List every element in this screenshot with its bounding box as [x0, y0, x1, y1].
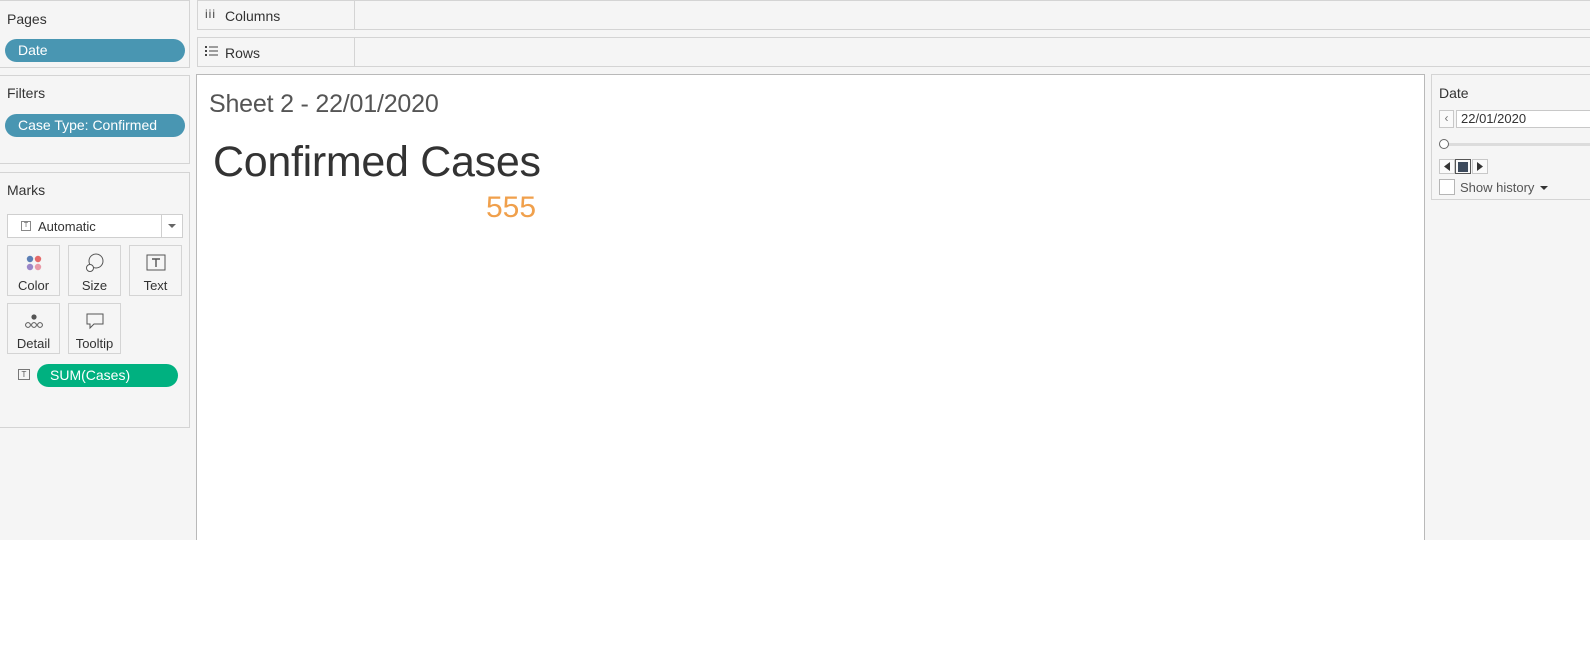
page-slider-handle[interactable]: [1439, 139, 1449, 149]
play-forward-button[interactable]: [1472, 159, 1488, 174]
filters-card-title: Filters: [7, 85, 46, 101]
marks-tooltip-label: Tooltip: [75, 336, 114, 351]
marks-detail-label: Detail: [16, 336, 51, 351]
play-backward-button[interactable]: [1439, 159, 1455, 174]
pages-card: Pages Date: [0, 0, 190, 68]
columns-icon: iii: [205, 7, 216, 21]
sum-cases-pill[interactable]: SUM(Cases): [37, 364, 178, 387]
pages-date-pill[interactable]: Date: [5, 39, 185, 62]
stop-button[interactable]: [1455, 159, 1471, 174]
marks-tooltip-button[interactable]: Tooltip: [68, 303, 121, 354]
mark-type-dropdown[interactable]: T Automatic: [7, 214, 183, 238]
page-date-field[interactable]: 22/01/2020: [1456, 110, 1590, 128]
rows-shelf-label: Rows: [225, 45, 261, 61]
rows-shelf[interactable]: Rows: [197, 37, 1590, 67]
shelf-divider: [354, 38, 355, 66]
chevron-down-icon[interactable]: [168, 224, 176, 228]
viz-header: Confirmed Cases: [213, 138, 541, 186]
size-icon: [69, 252, 120, 274]
marks-card-title: Marks: [7, 182, 46, 198]
columns-shelf[interactable]: iii Columns: [197, 0, 1590, 30]
color-icon: [8, 252, 59, 274]
show-history-checkbox[interactable]: [1439, 179, 1455, 195]
pages-card-title: Pages: [7, 11, 47, 27]
text-encoding-icon[interactable]: T: [18, 369, 30, 380]
sheet-title: Sheet 2 - 22/01/2020: [209, 90, 439, 118]
filter-case-type-pill[interactable]: Case Type: Confirmed: [5, 114, 185, 137]
page-slider-track[interactable]: [1444, 143, 1590, 146]
play-forward-icon: [1477, 162, 1483, 171]
detail-icon: [8, 310, 59, 332]
filters-card: Filters Case Type: Confirmed: [0, 75, 190, 164]
play-backward-icon: [1444, 162, 1450, 171]
text-mark-icon: T: [21, 221, 31, 231]
show-history-dropdown-icon[interactable]: [1540, 186, 1548, 190]
marks-detail-button[interactable]: Detail: [7, 303, 60, 354]
view-canvas[interactable]: Sheet 2 - 22/01/2020 Confirmed Cases 555: [196, 74, 1425, 540]
show-history-label[interactable]: Show history: [1460, 180, 1534, 195]
rows-icon: [205, 45, 218, 59]
marks-size-label: Size: [81, 278, 108, 293]
columns-shelf-label: Columns: [225, 8, 281, 24]
marks-text-label: Text: [143, 278, 168, 293]
page-control-title: Date: [1439, 85, 1469, 101]
dropdown-divider: [161, 215, 162, 237]
marks-card: Marks T Automatic Color Size Text Detail…: [0, 172, 190, 428]
tooltip-icon: [69, 310, 120, 332]
stop-icon: [1458, 161, 1468, 172]
date-page-control: Date ‹ 22/01/2020 Show history: [1431, 74, 1590, 200]
marks-color-button[interactable]: Color: [7, 245, 60, 296]
previous-page-button[interactable]: ‹: [1439, 110, 1454, 128]
text-icon: [130, 252, 181, 274]
marks-text-button[interactable]: Text: [129, 245, 182, 296]
marks-size-button[interactable]: Size: [68, 245, 121, 296]
shelf-divider: [354, 1, 355, 29]
marks-color-label: Color: [17, 278, 50, 293]
mark-type-label: Automatic: [38, 219, 96, 234]
confirmed-cases-value[interactable]: 555: [486, 191, 536, 225]
tableau-workspace: Pages Date Filters Case Type: Confirmed …: [0, 0, 1590, 540]
